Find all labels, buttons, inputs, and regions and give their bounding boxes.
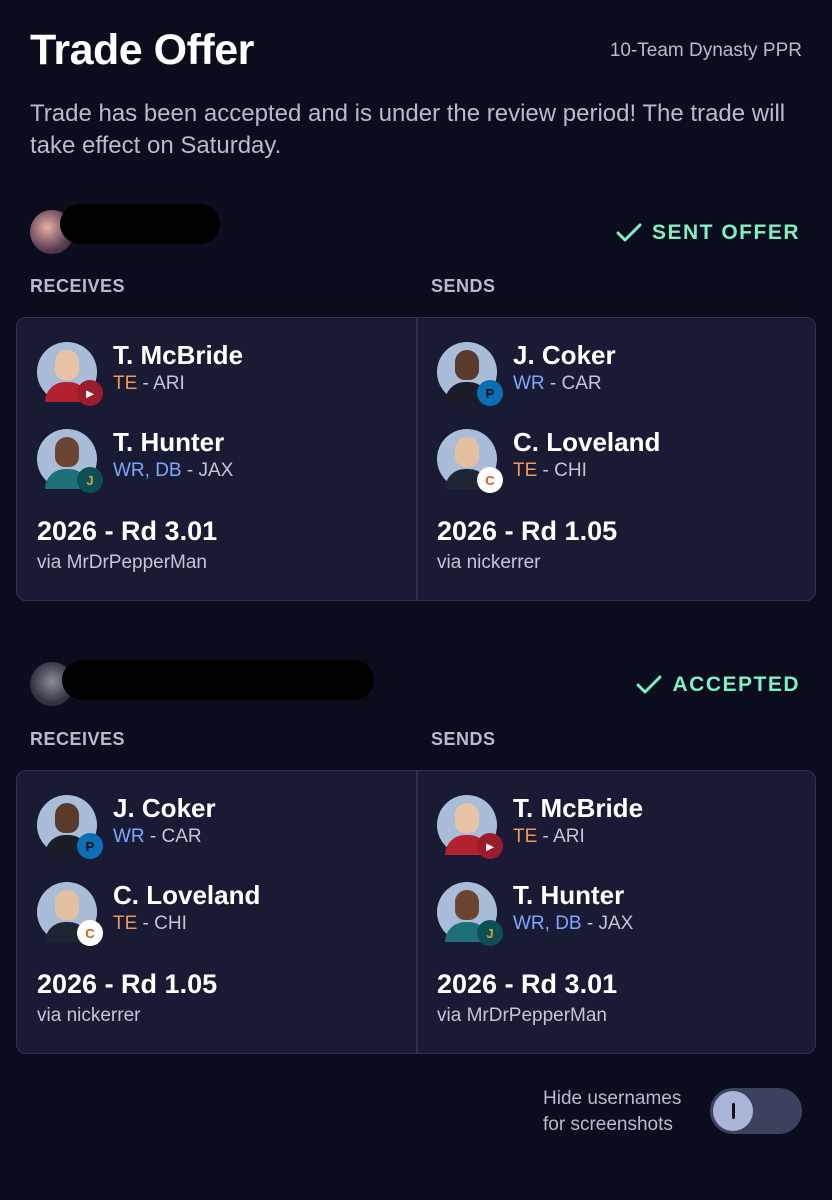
player-position: TE <box>113 913 138 934</box>
player-row[interactable]: J T. Hunter WR, DB - JAX <box>37 427 233 493</box>
player-team: - JAX <box>181 460 234 481</box>
player-position: WR <box>113 826 145 847</box>
league-name: 10-Team Dynasty PPR <box>609 40 802 61</box>
player-name: T. Hunter <box>113 427 225 457</box>
player-meta: TE - ARI <box>513 825 643 849</box>
draft-pick: 2026 - Rd 1.05 <box>37 969 218 999</box>
status-label: SENT OFFER <box>651 221 800 244</box>
pick-via: via MrDrPepperMan <box>37 552 207 573</box>
bears-logo-icon: C <box>477 467 503 493</box>
player-row[interactable]: P J. Coker WR - CAR <box>37 793 216 859</box>
player-team: - ARI <box>137 373 185 394</box>
player-avatar: C <box>37 882 103 946</box>
player-avatar: C <box>437 429 503 493</box>
player-name: J. Coker <box>513 340 616 370</box>
status-label: ACCEPTED <box>672 673 800 696</box>
player-meta: WR, DB - JAX <box>113 459 233 483</box>
player-team: - ARI <box>537 826 585 847</box>
sends-column: P J. Coker WR - CAR C C. Loveland TE - C… <box>417 318 813 600</box>
toggle-knob[interactable] <box>713 1091 753 1131</box>
player-meta: WR - CAR <box>113 825 216 849</box>
receives-column: ► T. McBride TE - ARI J T. Hunter WR, DB… <box>17 318 413 600</box>
player-avatar: ► <box>37 342 103 406</box>
player-team: - JAX <box>581 913 634 934</box>
player-position: TE <box>513 460 538 481</box>
player-row[interactable]: C C. Loveland TE - CHI <box>37 880 261 946</box>
player-name: C. Loveland <box>513 427 661 457</box>
sends-label: SENDS <box>431 729 496 749</box>
trade-card: P J. Coker WR - CAR C C. Loveland TE - C… <box>16 770 816 1054</box>
player-meta: WR - CAR <box>513 372 616 396</box>
player-name: C. Loveland <box>113 880 261 910</box>
player-position: WR, DB <box>513 913 582 934</box>
offer-status: ACCEPTED <box>636 673 800 697</box>
player-team: - CAR <box>544 373 602 394</box>
player-avatar: J <box>37 429 103 493</box>
redacted-username <box>60 204 220 244</box>
player-position: WR, DB <box>113 460 182 481</box>
hide-usernames-label: Hide usernames for screenshots <box>543 1088 682 1135</box>
draft-pick: 2026 - Rd 3.01 <box>437 969 618 999</box>
player-position: TE <box>513 826 538 847</box>
draft-pick: 2026 - Rd 3.01 <box>37 516 218 546</box>
panthers-logo-icon: P <box>477 380 503 406</box>
player-position: WR <box>513 373 545 394</box>
pick-via: via nickerrer <box>37 1005 141 1026</box>
cardinals-logo-icon: ► <box>77 380 103 406</box>
offer-status: SENT OFFER <box>616 221 800 245</box>
receives-column: P J. Coker WR - CAR C C. Loveland TE - C… <box>17 771 413 1053</box>
cardinals-logo-icon: ► <box>477 833 503 859</box>
player-avatar: ► <box>437 795 503 859</box>
sends-column: ► T. McBride TE - ARI J T. Hunter WR, DB… <box>417 771 813 1053</box>
player-meta: WR, DB - JAX <box>513 912 633 936</box>
player-team: - CHI <box>137 913 187 934</box>
player-row[interactable]: ► T. McBride TE - ARI <box>437 793 644 859</box>
pick-via: via MrDrPepperMan <box>437 1005 607 1026</box>
player-avatar: P <box>37 795 103 859</box>
redacted-username <box>62 660 374 700</box>
sends-label: SENDS <box>431 276 496 296</box>
player-avatar: J <box>437 882 503 946</box>
receives-label: RECEIVES <box>30 729 126 749</box>
panthers-logo-icon: P <box>77 833 103 859</box>
player-row[interactable]: P J. Coker WR - CAR <box>437 340 616 406</box>
player-meta: TE - CHI <box>513 459 660 483</box>
draft-pick: 2026 - Rd 1.05 <box>437 516 618 546</box>
jaguars-logo-icon: J <box>77 467 103 493</box>
checkmark-icon <box>636 675 662 694</box>
trade-status-description: Trade has been accepted and is under the… <box>30 100 786 159</box>
player-name: T. Hunter <box>513 880 625 910</box>
receives-label: RECEIVES <box>30 276 126 296</box>
player-team: - CAR <box>144 826 202 847</box>
player-row[interactable]: ► T. McBride TE - ARI <box>37 340 244 406</box>
player-row[interactable]: J T. Hunter WR, DB - JAX <box>437 880 633 946</box>
player-team: - CHI <box>537 460 587 481</box>
player-row[interactable]: C C. Loveland TE - CHI <box>437 427 661 493</box>
player-position: TE <box>113 373 138 394</box>
checkmark-icon <box>616 223 642 242</box>
player-name: T. McBride <box>113 340 244 370</box>
jaguars-logo-icon: J <box>477 920 503 946</box>
player-avatar: P <box>437 342 503 406</box>
bears-logo-icon: C <box>77 920 103 946</box>
player-meta: TE - CHI <box>113 912 260 936</box>
hide-usernames-toggle[interactable] <box>710 1088 802 1134</box>
player-meta: TE - ARI <box>113 372 243 396</box>
player-name: T. McBride <box>513 793 644 823</box>
trade-card: ► T. McBride TE - ARI J T. Hunter WR, DB… <box>16 317 816 601</box>
player-name: J. Coker <box>113 793 216 823</box>
pick-via: via nickerrer <box>437 552 541 573</box>
page-title: Trade Offer <box>30 26 254 74</box>
